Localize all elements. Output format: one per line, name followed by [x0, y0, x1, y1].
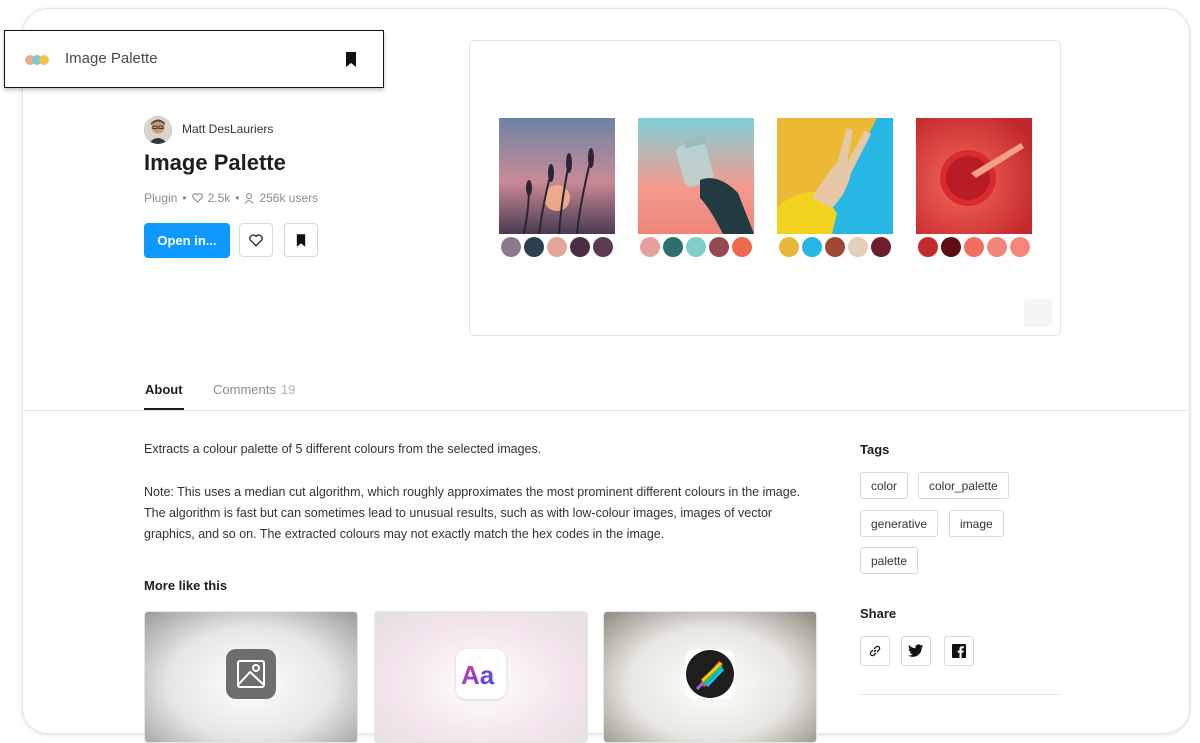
share-heading: Share — [860, 606, 897, 621]
swatch — [593, 237, 613, 257]
header-title: Image Palette — [65, 50, 158, 67]
tag-palette[interactable]: palette — [860, 547, 919, 574]
swatch — [570, 237, 590, 257]
swatch — [547, 237, 567, 257]
plugin-type: Plugin — [144, 191, 178, 205]
swatch — [1010, 237, 1030, 257]
swatch — [964, 237, 984, 257]
tab-about[interactable]: About — [145, 382, 183, 397]
swatch — [825, 237, 845, 257]
heart-icon — [249, 233, 263, 247]
logo-dot — [39, 55, 49, 65]
swatch — [871, 237, 891, 257]
swatch — [779, 237, 799, 257]
preview-image-jar — [638, 118, 754, 234]
save-button[interactable] — [284, 223, 318, 257]
related-plugin-card[interactable]: Aa — [374, 611, 588, 743]
bookmark-icon[interactable] — [345, 52, 357, 67]
plugin-preview — [469, 40, 1061, 336]
meta-separator: • — [235, 191, 240, 205]
font-icon: Aa — [456, 649, 506, 699]
tag-image[interactable]: image — [949, 510, 1004, 537]
more-like-this-heading: More like this — [144, 578, 228, 593]
swatch — [686, 237, 706, 257]
swatch — [802, 237, 822, 257]
feather-icon — [685, 649, 735, 699]
page-title: Image Palette — [144, 150, 286, 175]
heart-icon — [191, 193, 203, 203]
share-twitter-button[interactable] — [901, 636, 931, 666]
tab-comments-label: Comments — [213, 382, 276, 397]
swatch — [501, 237, 521, 257]
swatch — [709, 237, 729, 257]
plugin-meta: Plugin • 2.5k • 256k users — [144, 191, 318, 205]
meta-separator: • — [182, 191, 187, 205]
link-icon — [869, 645, 881, 657]
open-in-button[interactable]: Open in... — [144, 223, 230, 258]
swatch — [732, 237, 752, 257]
preview-expand-button[interactable] — [1024, 299, 1052, 327]
bookmark-icon — [296, 233, 306, 247]
preview-image-peace-hand — [777, 118, 893, 234]
like-count: 2.5k — [207, 191, 231, 205]
description-note: Note: This uses a median cut algorithm, … — [144, 485, 801, 541]
share-facebook-button[interactable] — [944, 636, 974, 666]
user-icon — [244, 192, 255, 204]
swatch — [524, 237, 544, 257]
tag-color-palette[interactable]: color_palette — [918, 472, 1009, 499]
avatar[interactable] — [144, 116, 172, 144]
floating-header: Image Palette — [4, 30, 384, 88]
swatch — [640, 237, 660, 257]
image-icon — [226, 649, 276, 699]
sidebar-divider — [860, 694, 1060, 695]
like-button[interactable] — [239, 223, 273, 257]
comment-count: 19 — [280, 382, 296, 397]
swatch — [848, 237, 868, 257]
related-plugin-card[interactable] — [144, 611, 358, 743]
tabs-divider — [24, 410, 1188, 411]
twitter-icon — [908, 644, 924, 657]
user-count: 256k users — [259, 191, 319, 205]
author-name[interactable]: Matt DesLauriers — [182, 122, 273, 136]
tab-comments[interactable]: Comments 19 — [213, 382, 295, 397]
facebook-icon — [952, 644, 966, 658]
tags-heading: Tags — [860, 442, 890, 457]
swatch — [918, 237, 938, 257]
tag-generative[interactable]: generative — [860, 510, 939, 537]
preview-image-red-drink — [916, 118, 1032, 234]
svg-text:Aa: Aa — [461, 660, 495, 689]
swatch — [941, 237, 961, 257]
tag-color[interactable]: color — [860, 472, 909, 499]
swatch — [663, 237, 683, 257]
description-summary: Extracts a colour palette of 5 different… — [144, 442, 542, 456]
related-plugin-card[interactable] — [603, 611, 817, 743]
swatch — [987, 237, 1007, 257]
preview-image-lavender — [499, 118, 615, 234]
copy-link-button[interactable] — [860, 636, 890, 666]
